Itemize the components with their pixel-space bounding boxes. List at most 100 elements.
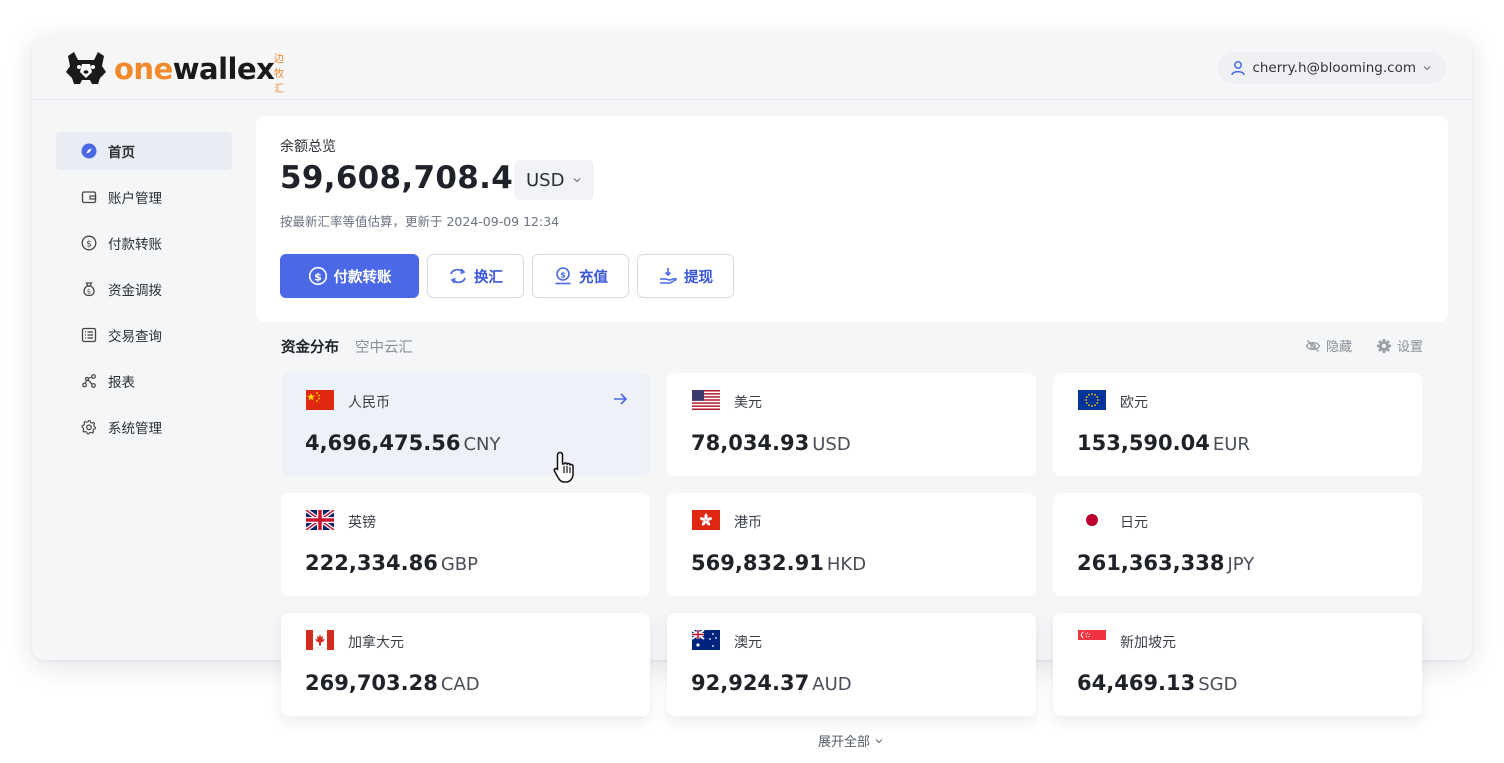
border-collie-logo-icon xyxy=(66,52,106,84)
balance-actions: $ 付款转账 换汇 $ 充值 提现 xyxy=(280,254,734,298)
currency-name: 日元 xyxy=(1120,515,1148,531)
settings-button[interactable]: 设置 xyxy=(1376,336,1423,355)
currency-name: 英镑 xyxy=(348,515,376,531)
hand-pointer-cursor-icon xyxy=(553,451,574,483)
currency-card-usd[interactable]: 美元 78,034.93 USD xyxy=(667,373,1036,476)
currency-select[interactable]: USD xyxy=(514,160,595,200)
wallet-icon xyxy=(80,188,98,206)
currency-amount: 78,034.93 USD xyxy=(691,431,851,455)
currency-amount: 4,696,475.56 CNY xyxy=(305,431,501,455)
currency-card-gbp[interactable]: 英镑 222,334.86 GBP xyxy=(281,493,650,596)
dollar-circle-icon: $ xyxy=(80,234,98,252)
tab-airwallex[interactable]: 空中云汇 xyxy=(355,336,413,357)
top-bar: onewallex 边牧汇 cherry.h@blooming.com xyxy=(32,36,1472,100)
sidebar-item-fund-transfer[interactable]: $ 资金调拨 xyxy=(56,270,232,308)
currency-card-hkd[interactable]: 港币 569,832.91 HKD xyxy=(667,493,1036,596)
exchange-icon xyxy=(450,268,466,284)
currency-card-eur[interactable]: 欧元 153,590.04 EUR xyxy=(1053,373,1422,476)
currency-code: HKD xyxy=(826,554,867,575)
eu-flag-icon xyxy=(1078,390,1106,410)
svg-text:$: $ xyxy=(87,288,91,296)
arrow-right-icon[interactable] xyxy=(612,391,628,407)
currency-amount: 269,703.28 CAD xyxy=(305,671,480,695)
currency-name: 港币 xyxy=(734,515,762,531)
currency-name: 美元 xyxy=(734,395,762,411)
currency-code: USD xyxy=(812,434,851,455)
list-icon xyxy=(80,326,98,344)
sidebar-item-accounts[interactable]: 账户管理 xyxy=(56,178,232,216)
currency-amount: 569,832.91 HKD xyxy=(691,551,867,575)
sidebar: 首页 账户管理 $ 付款转账 $ 资金调拨 交易查询 报表 系统管理 xyxy=(56,132,232,454)
balance-update-note: 按最新汇率等值估算，更新于 2024-09-09 12:34 xyxy=(280,214,560,229)
user-email: cherry.h@blooming.com xyxy=(1252,60,1416,76)
exchange-button[interactable]: 换汇 xyxy=(427,254,524,298)
currency-code: GBP xyxy=(440,554,479,575)
tab-fund-distribution[interactable]: 资金分布 xyxy=(281,336,339,357)
svg-text:$: $ xyxy=(314,270,322,283)
sidebar-item-home[interactable]: 首页 xyxy=(56,132,232,170)
currency-card-aud[interactable]: 澳元 92,924.37 AUD xyxy=(667,613,1036,716)
currency-name: 新加坡元 xyxy=(1120,635,1176,651)
brand-logo[interactable]: onewallex 边牧汇 xyxy=(64,50,284,95)
currency-card-sgd[interactable]: 新加坡元 64,469.13 SGD xyxy=(1053,613,1422,716)
top-up-label: 充值 xyxy=(579,269,608,286)
currency-amount: 261,363,338 JPY xyxy=(1077,551,1255,575)
expand-all-button[interactable]: 展开全部 xyxy=(818,731,884,750)
chevron-down-icon xyxy=(1423,66,1431,71)
currency-code: SGD xyxy=(1198,674,1238,695)
distribution-tabs: 资金分布 空中云汇 xyxy=(281,336,413,357)
currency-name: 人民币 xyxy=(348,395,390,411)
hk-flag-icon xyxy=(692,510,720,530)
sidebar-item-label: 账户管理 xyxy=(108,191,162,207)
cn-flag-icon xyxy=(306,390,334,410)
payment-transfer-button[interactable]: $ 付款转账 xyxy=(280,254,419,298)
currency-amount: 153,590.04 EUR xyxy=(1077,431,1250,455)
svg-text:$: $ xyxy=(86,240,92,250)
withdraw-button[interactable]: 提现 xyxy=(637,254,734,298)
currency-amount: 64,469.13 SGD xyxy=(1077,671,1238,695)
withdraw-hand-icon xyxy=(660,268,677,284)
currency-card-jpy[interactable]: 日元 261,363,338 JPY xyxy=(1053,493,1422,596)
compass-icon xyxy=(80,142,98,160)
currency-name: 澳元 xyxy=(734,635,762,651)
sg-flag-icon xyxy=(1078,630,1106,650)
user-menu[interactable]: cherry.h@blooming.com xyxy=(1218,52,1446,84)
currency-code: EUR xyxy=(1212,434,1250,455)
withdraw-label: 提现 xyxy=(684,269,713,286)
sidebar-item-label: 系统管理 xyxy=(108,421,162,437)
distribution-tools: 隐藏 设置 xyxy=(1305,336,1423,355)
sidebar-item-reports[interactable]: 报表 xyxy=(56,362,232,400)
currency-amount: 222,334.86 GBP xyxy=(305,551,479,575)
sidebar-item-label: 付款转账 xyxy=(108,237,162,253)
sidebar-item-label: 资金调拨 xyxy=(108,283,162,299)
ca-flag-icon xyxy=(306,630,334,650)
currency-amount: 92,924.37 AUD xyxy=(691,671,852,695)
jp-flag-icon xyxy=(1078,510,1106,530)
top-up-button[interactable]: $ 充值 xyxy=(532,254,629,298)
currency-code: AUD xyxy=(812,674,852,695)
hide-button[interactable]: 隐藏 xyxy=(1305,336,1352,355)
sidebar-item-system[interactable]: 系统管理 xyxy=(56,408,232,446)
gear-icon xyxy=(80,418,98,436)
settings-label: 设置 xyxy=(1396,340,1423,355)
currency-card-cny[interactable]: 人民币 4,696,475.56 CNY xyxy=(281,373,650,476)
gear-icon xyxy=(1376,338,1391,353)
brand-tagline: 边牧汇 xyxy=(274,54,284,95)
sidebar-item-label: 首页 xyxy=(108,145,135,161)
chevron-down-icon xyxy=(875,738,883,743)
user-icon xyxy=(1231,61,1246,76)
currency-name: 加拿大元 xyxy=(348,635,404,651)
gb-flag-icon xyxy=(306,510,334,530)
chevron-down-icon xyxy=(574,178,581,183)
eye-off-icon xyxy=(1305,339,1321,352)
sidebar-item-transactions[interactable]: 交易查询 xyxy=(56,316,232,354)
currency-code: JPY xyxy=(1227,554,1255,575)
sidebar-item-payments[interactable]: $ 付款转账 xyxy=(56,224,232,262)
currency-card-cad[interactable]: 加拿大元 269,703.28 CAD xyxy=(281,613,650,716)
balance-overview-card: 余额总览 59,608,708.49 USD 按最新汇率等值估算，更新于 202… xyxy=(256,116,1448,322)
sidebar-item-label: 报表 xyxy=(108,375,135,391)
hide-label: 隐藏 xyxy=(1325,340,1352,355)
svg-text:$: $ xyxy=(560,270,566,279)
currency-select-value: USD xyxy=(526,169,565,191)
au-flag-icon xyxy=(692,630,720,650)
